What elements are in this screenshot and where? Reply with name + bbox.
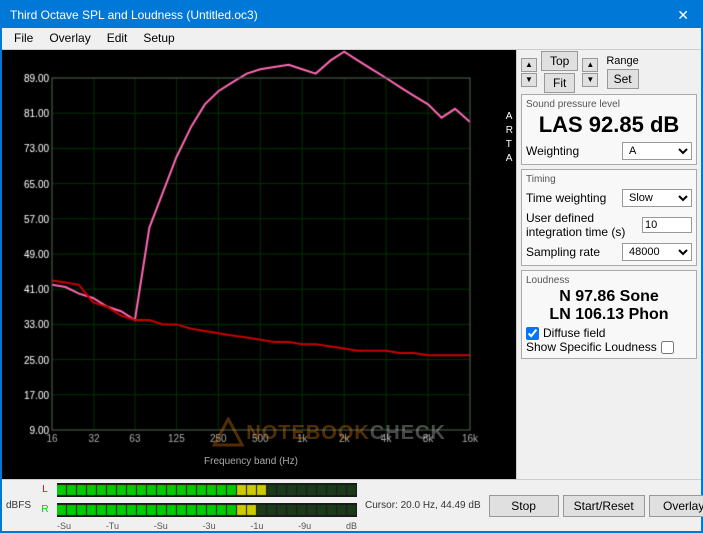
diffuse-row: Diffuse field: [526, 326, 692, 340]
chart-right-labels: ARTA: [506, 110, 514, 166]
diffuse-label: Diffuse field: [543, 326, 605, 340]
level-meter: L R -Su -Tu -Su -3u -1u -9u dB: [35, 481, 357, 531]
menu-overlay[interactable]: Overlay: [41, 30, 98, 47]
meter-row-r: R: [35, 501, 357, 519]
bottom-button-row: Stop Start/Reset Overlay B/W Copy: [489, 495, 703, 517]
range-up-arrow[interactable]: ▲: [582, 58, 598, 72]
spl-title: Sound pressure level: [526, 99, 692, 110]
overlay-button[interactable]: Overlay: [649, 495, 703, 517]
specific-label: Show Specific Loudness: [526, 340, 657, 354]
top-group: Top Fit: [541, 51, 578, 93]
meter-tick-labels: -Su -Tu -Su -3u -1u -9u dB: [35, 521, 357, 531]
meter-l-bar: [57, 483, 357, 497]
sampling-select[interactable]: 48000 44100 96000: [622, 243, 692, 261]
loudness-section: Loudness N 97.86 Sone LN 106.13 Phon Dif…: [521, 270, 697, 359]
fit-button[interactable]: Fit: [544, 73, 575, 93]
title-bar: Third Octave SPL and Loudness (Untitled.…: [2, 2, 701, 28]
weighting-row: Weighting A B C Z: [526, 142, 692, 160]
integration-row: User definedintegration time (s): [526, 211, 692, 239]
chart-canvas: [2, 50, 490, 465]
cursor-info: Cursor: 20.0 Hz, 44.49 dB: [361, 500, 485, 511]
meter-r-bar: [57, 503, 357, 517]
loudness-phon: LN 106.13 Phon: [526, 306, 692, 324]
menu-file[interactable]: File: [6, 30, 41, 47]
range-label: Range: [606, 55, 638, 67]
stop-button[interactable]: Stop: [489, 495, 559, 517]
timing-section: Timing Time weighting Slow Fast Impulse …: [521, 169, 697, 266]
meter-r-label: R: [35, 504, 55, 515]
frequency-label: Frequency band (Hz): [2, 456, 500, 467]
timing-title: Timing: [526, 174, 692, 185]
spl-section: Sound pressure level LAS 92.85 dB Weight…: [521, 94, 697, 165]
menu-edit[interactable]: Edit: [99, 30, 136, 47]
sampling-row: Sampling rate 48000 44100 96000: [526, 243, 692, 261]
time-weighting-label: Time weighting: [526, 191, 606, 205]
meter-row-l: L: [35, 481, 357, 499]
bottom-bar: dBFS L R -Su -Tu -Su -3u -1u -9u: [2, 479, 701, 531]
app-window: Third Octave SPL and Loudness (Untitled.…: [0, 0, 703, 533]
specific-row: Show Specific Loudness: [526, 340, 692, 354]
menu-bar: File Overlay Edit Setup: [2, 28, 701, 50]
main-content: Third octave SPL dB ARTA Frequency band …: [2, 50, 701, 479]
top-button[interactable]: Top: [541, 51, 578, 71]
range-down-arrow[interactable]: ▼: [582, 73, 598, 87]
time-weighting-select[interactable]: Slow Fast Impulse: [622, 189, 692, 207]
meter-l-canvas: [57, 483, 357, 497]
range-set-button[interactable]: Set: [607, 69, 639, 89]
top-arrows: ▲ ▼: [521, 58, 537, 87]
range-group: Range Set: [606, 55, 638, 89]
close-button[interactable]: ✕: [673, 7, 693, 24]
top-down-arrow[interactable]: ▼: [521, 73, 537, 87]
meter-r-canvas: [57, 503, 357, 517]
title-bar-title: Third Octave SPL and Loudness (Untitled.…: [10, 8, 258, 22]
range-arrows: ▲ ▼: [582, 58, 598, 87]
dbfs-label: dBFS: [6, 500, 31, 511]
weighting-label: Weighting: [526, 144, 579, 158]
specific-checkbox[interactable]: [661, 341, 674, 354]
loudness-title: Loudness: [526, 275, 692, 286]
nav-controls: ▲ ▼ Top Fit ▲ ▼ Range Set: [521, 54, 697, 90]
meter-l-label: L: [35, 484, 55, 495]
right-panel: ▲ ▼ Top Fit ▲ ▼ Range Set Sound press: [516, 50, 701, 479]
integration-label: User definedintegration time (s): [526, 211, 625, 239]
top-up-arrow[interactable]: ▲: [521, 58, 537, 72]
sampling-label: Sampling rate: [526, 245, 600, 259]
diffuse-checkbox[interactable]: [526, 327, 539, 340]
chart-area: Third octave SPL dB ARTA Frequency band …: [2, 50, 516, 479]
loudness-sone: N 97.86 Sone: [526, 288, 692, 306]
spl-value: LAS 92.85 dB: [526, 112, 692, 138]
menu-setup[interactable]: Setup: [135, 30, 182, 47]
integration-input[interactable]: [642, 217, 692, 233]
start-reset-button[interactable]: Start/Reset: [563, 495, 645, 517]
weighting-select[interactable]: A B C Z: [622, 142, 692, 160]
time-weighting-row: Time weighting Slow Fast Impulse: [526, 189, 692, 207]
